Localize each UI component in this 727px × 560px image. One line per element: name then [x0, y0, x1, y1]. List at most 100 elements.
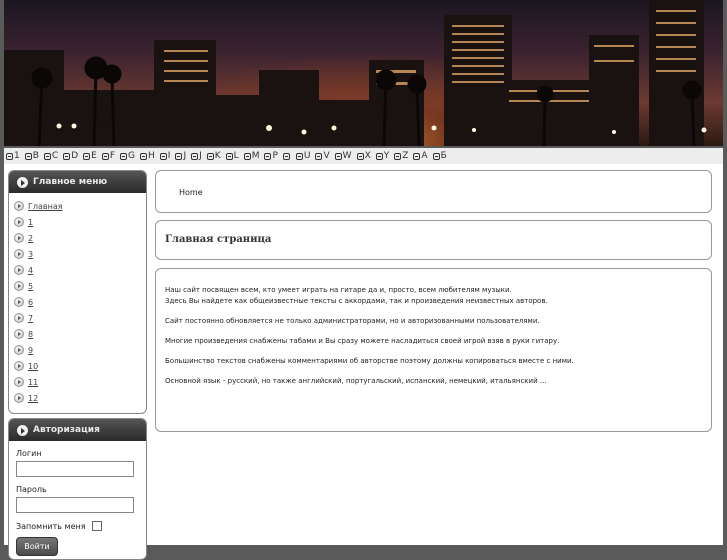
minus-box-icon [63, 152, 71, 160]
letter-label: D [71, 151, 79, 161]
letter-label: L [233, 151, 239, 161]
letter-link[interactable]: Б [432, 151, 447, 161]
menu-link[interactable]: 1 [28, 218, 33, 227]
letter-link[interactable]: F [101, 151, 115, 161]
username-input[interactable] [16, 461, 134, 477]
letter-label: G [128, 151, 136, 161]
menu-link[interactable]: 9 [28, 346, 33, 355]
letter-link[interactable]: I [159, 151, 171, 161]
minus-box-icon [356, 152, 364, 160]
letter-link[interactable] [282, 152, 291, 160]
letter-label: Y [383, 151, 390, 161]
remember-me-checkbox[interactable] [91, 521, 102, 531]
letter-label: H [148, 151, 155, 161]
arrow-bullet-icon [14, 393, 24, 403]
article-content: Наш сайт посвящен всем, кто умеет играть… [155, 268, 712, 432]
menu-item-1[interactable]: 1 [14, 214, 146, 230]
letter-label: Б [440, 151, 447, 161]
remember-me-row: Запомнить меня [16, 521, 139, 531]
letter-link[interactable]: X [356, 151, 371, 161]
menu-item-7[interactable]: 7 [14, 310, 146, 326]
arrow-bullet-icon [14, 281, 24, 291]
password-input[interactable] [16, 497, 134, 513]
letter-link[interactable]: B [24, 151, 39, 161]
letter-link[interactable]: K [206, 151, 221, 161]
arrow-bullet-icon [14, 329, 24, 339]
main-menu-title: Главное меню [33, 177, 108, 187]
minus-box-icon [191, 152, 199, 160]
arrow-bullet-icon [14, 377, 24, 387]
menu-item-6[interactable]: 6 [14, 294, 146, 310]
menu-link[interactable]: 2 [28, 234, 33, 243]
menu-link[interactable]: 3 [28, 250, 33, 259]
letter-link[interactable]: J [191, 151, 202, 161]
minus-box-icon [120, 152, 128, 160]
letter-link[interactable]: J [175, 151, 186, 161]
menu-link[interactable]: 7 [28, 314, 33, 323]
letter-label: C [51, 151, 59, 161]
menu-link[interactable]: 8 [28, 330, 33, 339]
letter-link[interactable]: 1 [6, 151, 20, 161]
minus-box-icon [206, 152, 214, 160]
arrow-bullet-icon [14, 265, 24, 275]
letter-label: I [167, 151, 171, 161]
letter-link[interactable]: D [63, 151, 78, 161]
letter-link[interactable]: Y [375, 151, 390, 161]
header-banner-image [4, 0, 723, 146]
menu-item-4[interactable]: 4 [14, 262, 146, 278]
letter-link[interactable]: G [120, 151, 135, 161]
menu-link[interactable]: Главная [28, 202, 63, 211]
menu-item-12[interactable]: 12 [14, 390, 146, 406]
minus-box-icon [6, 152, 13, 160]
menu-item-5[interactable]: 5 [14, 278, 146, 294]
menu-item-3[interactable]: 3 [14, 246, 146, 262]
menu-link[interactable]: 11 [28, 378, 38, 387]
letter-link[interactable]: E [83, 151, 97, 161]
menu-item-10[interactable]: 10 [14, 358, 146, 374]
menu-link[interactable]: 4 [28, 266, 33, 275]
page-title-box: Главная страница [155, 220, 712, 260]
arrow-bullet-icon [14, 297, 24, 307]
letter-label: K [214, 151, 221, 161]
breadcrumb: Home [155, 170, 712, 213]
paragraph-updates: Сайт постоянно обновляется не только адм… [165, 317, 540, 325]
password-label: Пароль [16, 485, 47, 494]
breadcrumb-home[interactable]: Home [179, 188, 203, 197]
arrow-bullet-icon [14, 217, 24, 227]
alphabet-nav: 1 B C D E F G H I J J K L M P U V W X Y Z A Б [4, 148, 723, 164]
letter-link[interactable]: W [334, 151, 352, 161]
letter-link[interactable]: M [243, 151, 259, 161]
menu-item-home[interactable]: Главная [14, 198, 146, 214]
minus-box-icon [159, 152, 167, 160]
letter-link[interactable]: A [413, 151, 428, 161]
letter-link[interactable]: V [315, 151, 330, 161]
letter-label: 1 [14, 151, 20, 161]
menu-item-2[interactable]: 2 [14, 230, 146, 246]
menu-link[interactable]: 10 [28, 362, 38, 371]
letter-label: X [364, 151, 371, 161]
menu-item-8[interactable]: 8 [14, 326, 146, 342]
letter-link[interactable]: U [295, 151, 310, 161]
arrow-bullet-icon [14, 313, 24, 323]
login-button[interactable]: Войти [16, 537, 58, 556]
menu-link[interactable]: 5 [28, 282, 33, 291]
menu-link[interactable]: 6 [28, 298, 33, 307]
paragraph-languages: Основной язык - русский, но также англий… [165, 377, 547, 385]
menu-link[interactable]: 12 [28, 394, 38, 403]
menu-item-11[interactable]: 11 [14, 374, 146, 390]
letter-link[interactable]: P [264, 151, 278, 161]
arrow-bullet-icon [14, 249, 24, 259]
login-box: Авторизация Логин Пароль Запомнить меня … [8, 418, 147, 560]
minus-box-icon [375, 152, 383, 160]
letter-link[interactable]: Z [394, 151, 408, 161]
letter-link[interactable]: L [225, 151, 239, 161]
main-menu-header: Главное меню [9, 171, 146, 193]
letter-link[interactable]: C [43, 151, 59, 161]
minus-box-icon [24, 152, 32, 160]
remember-me-label: Запомнить меня [16, 521, 86, 531]
menu-item-9[interactable]: 9 [14, 342, 146, 358]
letter-link[interactable]: H [140, 151, 155, 161]
letter-label: J [199, 151, 202, 161]
arrow-bullet-icon [14, 201, 24, 211]
paragraph-comments: Большинство текстов снабжены комментария… [165, 357, 574, 365]
